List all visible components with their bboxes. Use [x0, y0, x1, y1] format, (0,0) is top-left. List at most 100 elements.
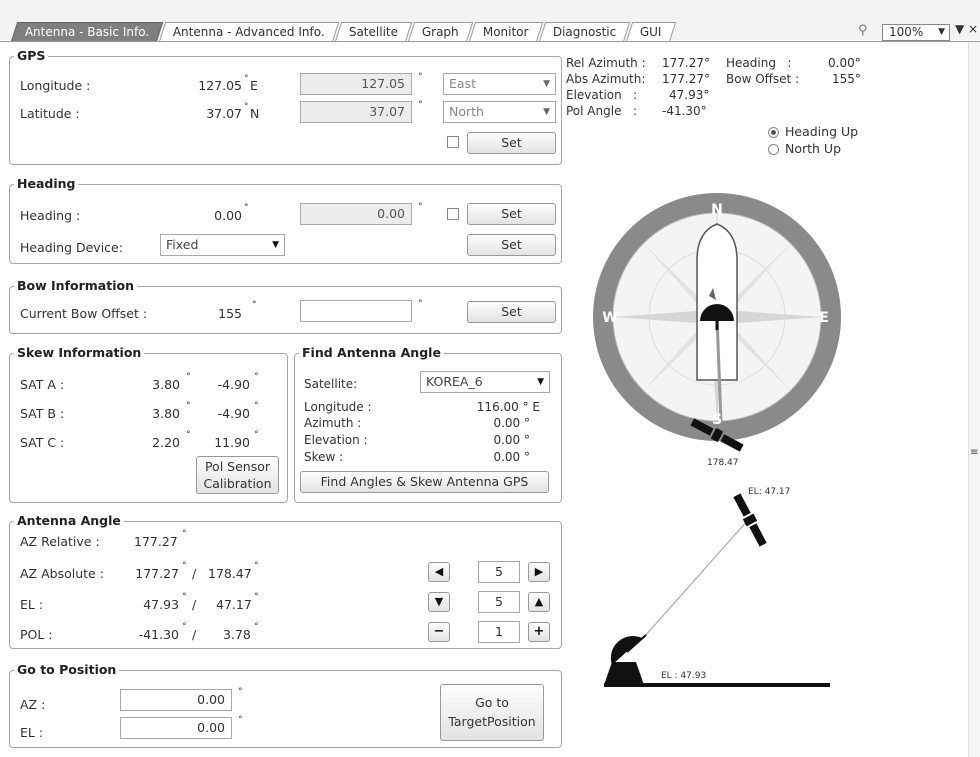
degree-symbol: ° — [418, 72, 423, 82]
degree-symbol: ° — [238, 715, 243, 725]
tab-antenna-basic[interactable]: Antenna - Basic Info. — [10, 22, 164, 42]
degree-symbol: ° — [186, 401, 191, 411]
scrollbar[interactable]: ≡ — [968, 42, 980, 757]
el-up-button[interactable]: ▲ — [528, 592, 550, 612]
bow-offset-status-value: 155° — [832, 72, 861, 86]
find-longitude-label: Longitude : — [304, 400, 372, 414]
pol-angle-label: Pol Angle : — [566, 104, 637, 118]
tab-label: Graph — [422, 25, 459, 39]
sat-c-label: SAT C : — [20, 435, 65, 450]
bow-offset-label: Current Bow Offset : — [20, 306, 148, 321]
heading-up-radio[interactable] — [768, 127, 779, 138]
satellite-azimuth-label: 178.47 — [707, 458, 739, 468]
latitude-label: Latitude : — [20, 106, 80, 121]
longitude-direction-value: East — [449, 76, 476, 91]
degree-symbol: ° — [244, 74, 249, 84]
close-icon[interactable]: × — [968, 22, 978, 36]
latitude-input[interactable]: 37.07 — [300, 101, 412, 123]
bow-set-button[interactable]: Set — [467, 301, 556, 323]
el-step-input[interactable]: 5 — [478, 591, 520, 613]
tab-label: Satellite — [348, 25, 399, 39]
heading-input[interactable]: 0.00 — [300, 203, 412, 225]
degree-symbol: ° — [254, 401, 259, 411]
sat-b-label: SAT B : — [20, 406, 65, 421]
satellite-value: KOREA_6 — [426, 374, 483, 389]
bow-offset-status-label: Bow Offset : — [726, 72, 800, 86]
go-to-target-button[interactable]: Go to TargetPosition — [440, 684, 544, 741]
find-angles-button[interactable]: Find Angles & Skew Antenna GPS — [300, 471, 549, 493]
chevron-down-icon: ▼ — [543, 79, 550, 89]
zoom-value: 100% — [889, 25, 924, 39]
overflow-menu-icon[interactable]: ▼ — [955, 22, 964, 36]
az-right-button[interactable]: ▶ — [528, 562, 550, 582]
sat-a-value-1: 3.80 — [152, 377, 180, 392]
az-left-button[interactable]: ◀ — [428, 562, 450, 582]
tab-satellite[interactable]: Satellite — [334, 22, 413, 42]
pol-minus-button[interactable]: − — [428, 622, 450, 642]
go-to-position-title: Go to Position — [14, 662, 120, 677]
heading-device-select[interactable]: Fixed ▼ — [160, 234, 285, 256]
pol-plus-button[interactable]: + — [528, 622, 550, 642]
chevron-down-icon: ▼ — [537, 377, 544, 387]
degree-symbol: ° — [418, 202, 423, 212]
elevation-line — [644, 519, 749, 637]
sat-c-value-2: 11.90 — [214, 435, 250, 450]
latitude-value: 37.07 — [206, 106, 242, 121]
heading-device-label: Heading Device: — [20, 240, 123, 255]
degree-symbol: ° — [254, 372, 259, 382]
heading-status-label: Heading : — [726, 56, 792, 70]
tab-graph[interactable]: Graph — [408, 22, 474, 42]
tab-diagnostic[interactable]: Diagnostic — [538, 22, 631, 42]
longitude-input[interactable]: 127.05 — [300, 73, 412, 95]
find-skew-value: 0.00 ° — [493, 450, 530, 464]
pin-icon[interactable]: ⚲ — [858, 23, 868, 38]
tab-antenna-advanced[interactable]: Antenna - Advanced Info. — [159, 22, 340, 42]
heading-set-button[interactable]: Set — [467, 203, 556, 225]
sat-a-label: SAT A : — [20, 377, 65, 392]
az-relative-label: AZ Relative : — [20, 534, 100, 549]
heading-manual-checkbox[interactable] — [447, 208, 459, 220]
satellite-select[interactable]: KOREA_6 ▼ — [420, 371, 550, 393]
longitude-label: Longitude : — [20, 78, 91, 93]
pol-sensor-calibration-button[interactable]: Pol Sensor Calibration — [196, 456, 279, 494]
pol-target: 3.78 — [223, 627, 251, 642]
pol-step-input[interactable]: 1 — [478, 621, 520, 643]
degree-symbol: ° — [186, 372, 191, 382]
find-azimuth-value: 0.00 ° — [493, 416, 530, 430]
zoom-select[interactable]: 100% ▼ — [882, 24, 950, 41]
az-step-input[interactable]: 5 — [478, 561, 520, 583]
heading-device-set-button[interactable]: Set — [467, 234, 556, 256]
longitude-value: 127.05 — [198, 78, 242, 93]
gps-manual-checkbox[interactable] — [447, 136, 459, 148]
pol-label: POL : — [20, 627, 53, 642]
tab-gui[interactable]: GUI — [625, 22, 677, 42]
skew-title: Skew Information — [14, 345, 145, 360]
el-label: EL : — [20, 597, 44, 612]
degree-symbol: ° — [254, 430, 259, 440]
latitude-direction-select[interactable]: North ▼ — [443, 101, 556, 123]
button-line: TargetPosition — [448, 714, 536, 729]
separator: / — [192, 566, 197, 581]
antenna-dish — [610, 636, 642, 665]
elevation-label: Elevation : — [566, 88, 638, 102]
gps-set-button[interactable]: Set — [467, 132, 556, 154]
antenna-elevation-label: EL : 47.93 — [661, 671, 707, 681]
rel-azimuth-value: 177.27° — [662, 56, 710, 70]
degree-symbol: ° — [254, 592, 259, 602]
north-up-radio[interactable] — [768, 144, 779, 155]
el-down-button[interactable]: ▼ — [428, 592, 450, 612]
az-absolute-label: AZ Absolute : — [20, 566, 104, 581]
goto-el-input[interactable]: 0.00 — [120, 717, 232, 739]
compass-s: S — [712, 412, 722, 428]
bow-offset-value: 155 — [218, 306, 242, 321]
ship-hull — [696, 223, 738, 381]
bow-offset-input[interactable] — [300, 300, 412, 322]
longitude-direction-select[interactable]: East ▼ — [443, 73, 556, 95]
el-value: 47.93 — [143, 597, 179, 612]
button-line: Go to — [475, 695, 509, 710]
tab-monitor[interactable]: Monitor — [468, 22, 543, 42]
az-absolute-value: 177.27 — [135, 566, 179, 581]
compass-n: N — [711, 202, 723, 218]
az-absolute-target: 178.47 — [208, 566, 252, 581]
goto-az-input[interactable]: 0.00 — [120, 689, 232, 711]
